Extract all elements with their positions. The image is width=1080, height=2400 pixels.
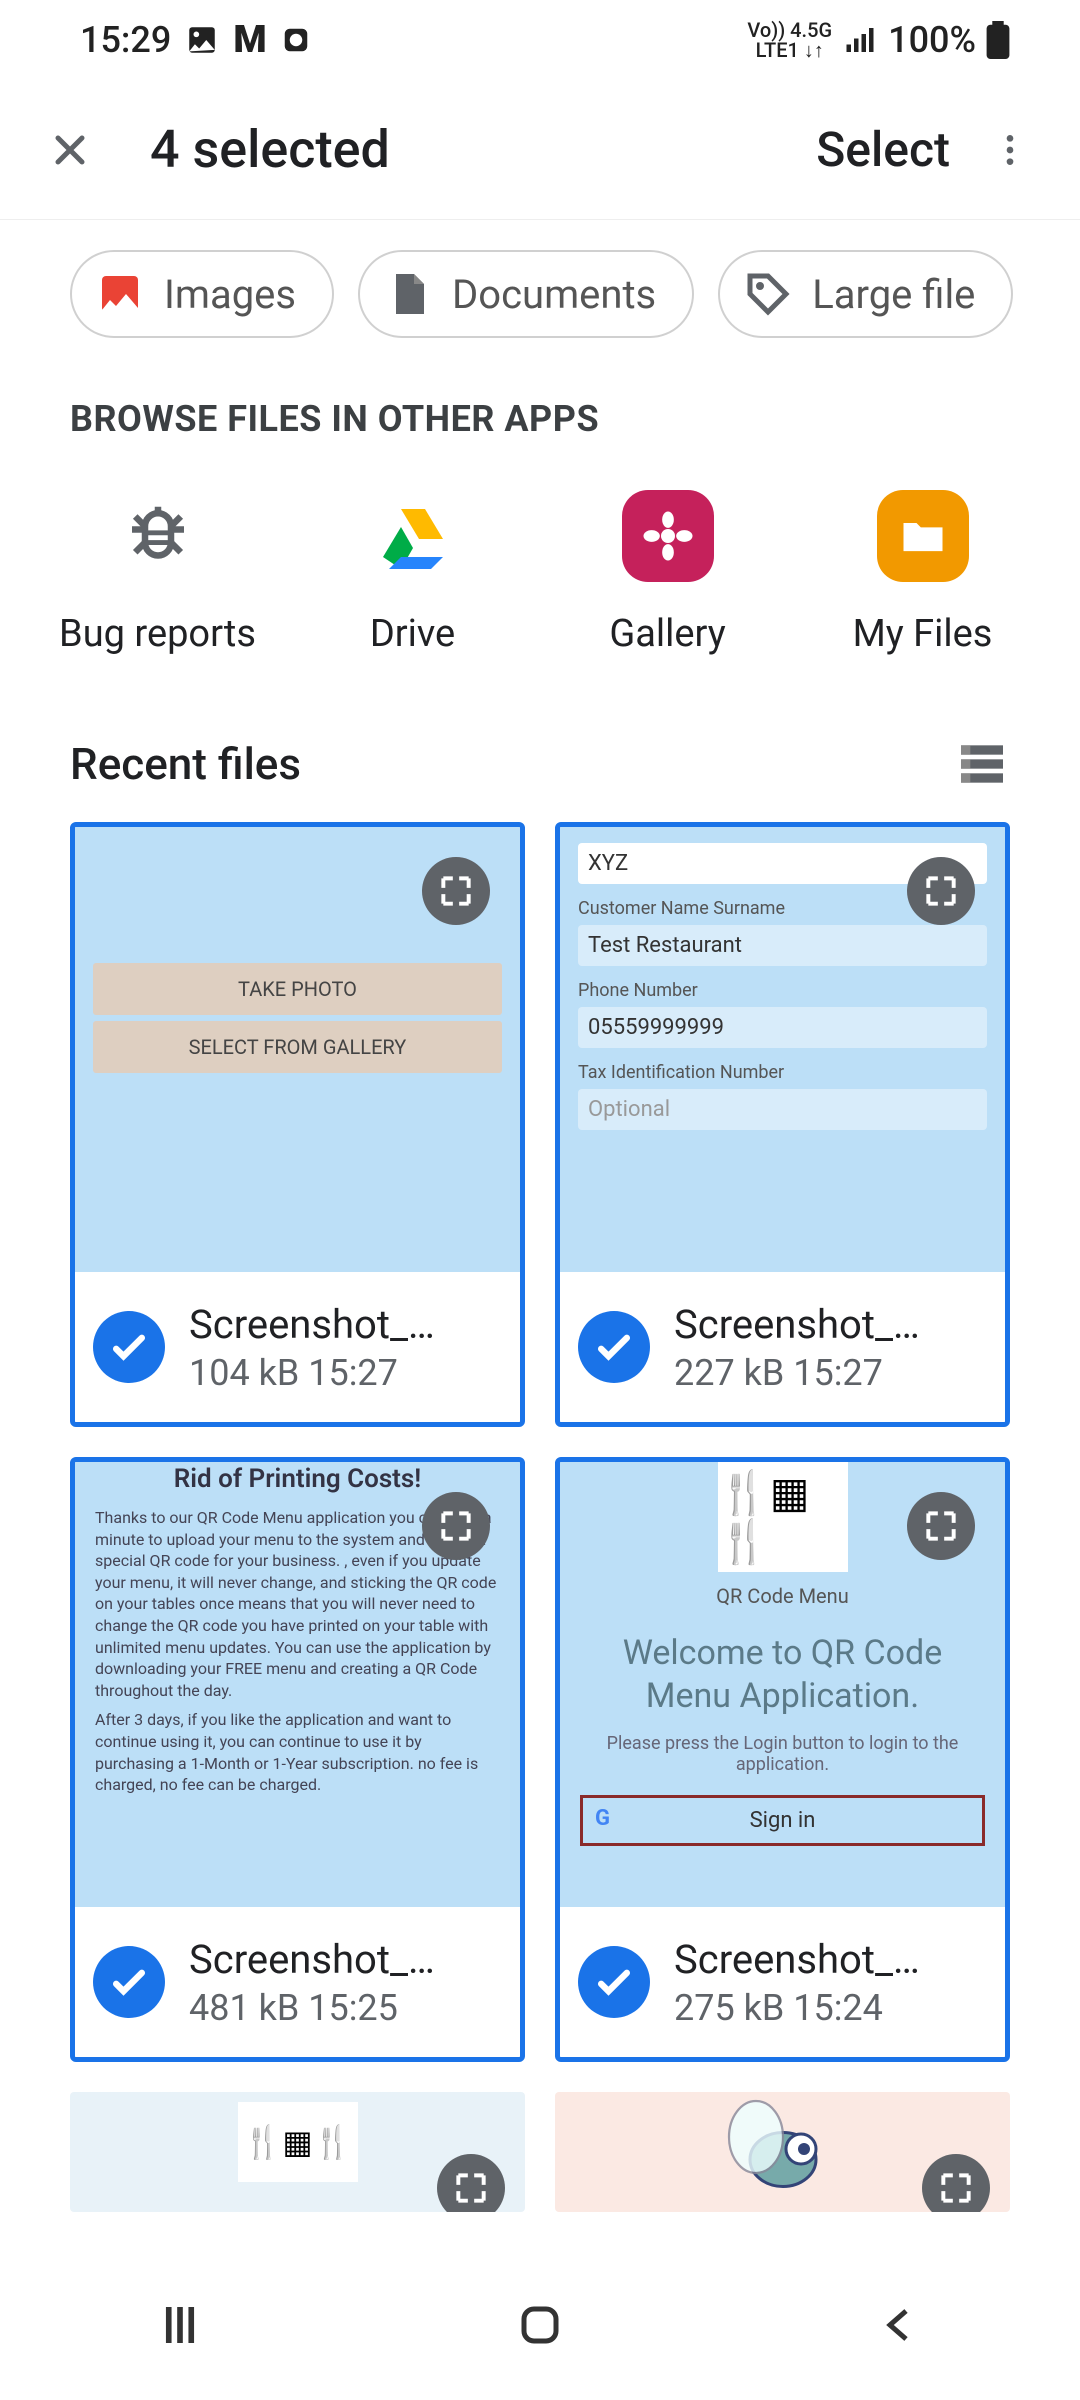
expand-icon[interactable] bbox=[422, 1492, 490, 1560]
file-name: Screenshot_… bbox=[674, 1936, 920, 1983]
thumb-text: Welcome to QR Code Menu Application. bbox=[580, 1632, 985, 1717]
file-info: Screenshot_… 481 kB 15:25 bbox=[75, 1907, 520, 2057]
app-label: Drive bbox=[370, 612, 455, 656]
image-icon bbox=[185, 23, 219, 57]
expand-icon[interactable] bbox=[422, 857, 490, 925]
file-info: Screenshot_… 227 kB 15:27 bbox=[560, 1272, 1005, 1422]
recent-header: Recent files bbox=[0, 716, 1080, 822]
browse-section-title: BROWSE FILES IN OTHER APPS bbox=[0, 368, 1080, 470]
battery-label: 100% bbox=[888, 19, 976, 61]
thumbnail: 🍴▦🍴 QR Code Menu Welcome to QR Code Menu… bbox=[560, 1462, 1005, 1907]
chip-label: Large file bbox=[812, 271, 975, 318]
app-label: Bug reports bbox=[59, 612, 256, 656]
thumb-text: GSign in bbox=[580, 1795, 985, 1846]
file-card[interactable]: TAKE PHOTO SELECT FROM GALLERY Screensho… bbox=[70, 822, 525, 1427]
signin-label: Sign in bbox=[750, 1808, 816, 1833]
selected-check-icon[interactable] bbox=[93, 1946, 165, 2018]
thumb-text: Rid of Printing Costs! bbox=[95, 1462, 500, 1497]
app-drive[interactable]: Drive bbox=[313, 490, 513, 656]
file-card-peek[interactable]: 🍴▦🍴 bbox=[70, 2092, 525, 2212]
file-info: Screenshot_… 104 kB 15:27 bbox=[75, 1272, 520, 1422]
selected-check-icon[interactable] bbox=[578, 1311, 650, 1383]
recents-button[interactable] bbox=[140, 2285, 220, 2365]
filter-chip-row: Images Documents Large file bbox=[0, 220, 1080, 368]
file-grid: TAKE PHOTO SELECT FROM GALLERY Screensho… bbox=[0, 822, 1080, 2062]
file-meta: 104 kB 15:27 bbox=[189, 1352, 435, 1394]
chip-label: Documents bbox=[452, 271, 656, 318]
drive-icon bbox=[367, 490, 459, 582]
thumbnail: TAKE PHOTO SELECT FROM GALLERY bbox=[75, 827, 520, 1272]
overflow-menu-button[interactable] bbox=[980, 120, 1040, 180]
fly-illustration bbox=[703, 2092, 863, 2212]
network-label: Vo)) 4.5G LTE1 ↓↑ bbox=[747, 20, 832, 60]
status-bar: 15:29 M Vo)) 4.5G LTE1 ↓↑ 100% bbox=[0, 0, 1080, 80]
battery-icon bbox=[986, 21, 1010, 59]
thumb-text: Test Restaurant bbox=[578, 925, 987, 966]
thumb-text: SELECT FROM GALLERY bbox=[93, 1021, 502, 1073]
home-button[interactable] bbox=[500, 2285, 580, 2365]
thumb-text: Phone Number bbox=[578, 980, 987, 1001]
recent-title: Recent files bbox=[70, 738, 301, 790]
expand-icon[interactable] bbox=[922, 2154, 990, 2212]
close-button[interactable] bbox=[40, 120, 100, 180]
app-bar: 4 selected Select bbox=[0, 80, 1080, 220]
status-time: 15:29 bbox=[80, 19, 171, 61]
app-row: Bug reports Drive Gallery My Files bbox=[0, 470, 1080, 716]
thumbnail: XYZ Customer Name Surname Test Restauran… bbox=[560, 827, 1005, 1272]
status-left: 15:29 M bbox=[80, 18, 311, 62]
chip-label: Images bbox=[164, 271, 296, 318]
thumb-text: After 3 days, if you like the applicatio… bbox=[95, 1709, 500, 1795]
folder-icon bbox=[877, 490, 969, 582]
thumbnail: Rid of Printing Costs! Thanks to our QR … bbox=[75, 1462, 520, 1907]
image-icon bbox=[96, 270, 144, 318]
thumb-text: Please press the Login button to login t… bbox=[580, 1733, 985, 1775]
file-card[interactable]: Rid of Printing Costs! Thanks to our QR … bbox=[70, 1457, 525, 2062]
expand-icon[interactable] bbox=[907, 857, 975, 925]
file-meta: 275 kB 15:24 bbox=[674, 1987, 920, 2029]
file-name: Screenshot_… bbox=[189, 1936, 435, 1983]
thumb-text: Tax Identification Number bbox=[578, 1062, 987, 1083]
app-label: Gallery bbox=[609, 612, 725, 656]
file-card-peek[interactable] bbox=[555, 2092, 1010, 2212]
app-my-files[interactable]: My Files bbox=[823, 490, 1023, 656]
select-button[interactable]: Select bbox=[816, 121, 950, 178]
page-title: 4 selected bbox=[150, 119, 390, 180]
selected-check-icon[interactable] bbox=[578, 1946, 650, 2018]
expand-icon[interactable] bbox=[907, 1492, 975, 1560]
chip-documents[interactable]: Documents bbox=[358, 250, 694, 338]
tag-icon bbox=[744, 270, 792, 318]
clock-icon bbox=[281, 25, 311, 55]
file-card[interactable]: XYZ Customer Name Surname Test Restauran… bbox=[555, 822, 1010, 1427]
back-button[interactable] bbox=[860, 2285, 940, 2365]
file-name: Screenshot_… bbox=[674, 1301, 920, 1348]
app-bug-reports[interactable]: Bug reports bbox=[58, 490, 258, 656]
selected-check-icon[interactable] bbox=[93, 1311, 165, 1383]
thumb-text: QR Code Menu bbox=[716, 1584, 848, 1608]
file-info: Screenshot_… 275 kB 15:24 bbox=[560, 1907, 1005, 2057]
file-meta: 227 kB 15:27 bbox=[674, 1352, 920, 1394]
document-icon bbox=[384, 270, 432, 318]
signal-icon bbox=[842, 22, 878, 58]
peek-row: 🍴▦🍴 bbox=[0, 2062, 1080, 2212]
gallery-icon bbox=[622, 490, 714, 582]
bug-icon bbox=[112, 490, 204, 582]
chip-images[interactable]: Images bbox=[70, 250, 334, 338]
app-label: My Files bbox=[853, 612, 993, 656]
status-right: Vo)) 4.5G LTE1 ↓↑ 100% bbox=[747, 19, 1010, 61]
file-name: Screenshot_… bbox=[189, 1301, 435, 1348]
qr-icon: 🍴▦🍴 bbox=[718, 1462, 848, 1572]
app-gallery[interactable]: Gallery bbox=[568, 490, 768, 656]
thumb-text: TAKE PHOTO bbox=[93, 963, 502, 1015]
expand-icon[interactable] bbox=[437, 2154, 505, 2212]
thumb-text: 05559999999 bbox=[578, 1007, 987, 1048]
file-card[interactable]: 🍴▦🍴 QR Code Menu Welcome to QR Code Menu… bbox=[555, 1457, 1010, 2062]
thumb-text: Optional bbox=[578, 1089, 987, 1130]
net-line2: LTE1 ↓↑ bbox=[756, 38, 824, 62]
chip-large-files[interactable]: Large file bbox=[718, 250, 1013, 338]
file-meta: 481 kB 15:25 bbox=[189, 1987, 435, 2029]
m-icon: M bbox=[233, 18, 266, 62]
system-nav-bar bbox=[0, 2250, 1080, 2400]
list-view-toggle[interactable] bbox=[954, 736, 1010, 792]
